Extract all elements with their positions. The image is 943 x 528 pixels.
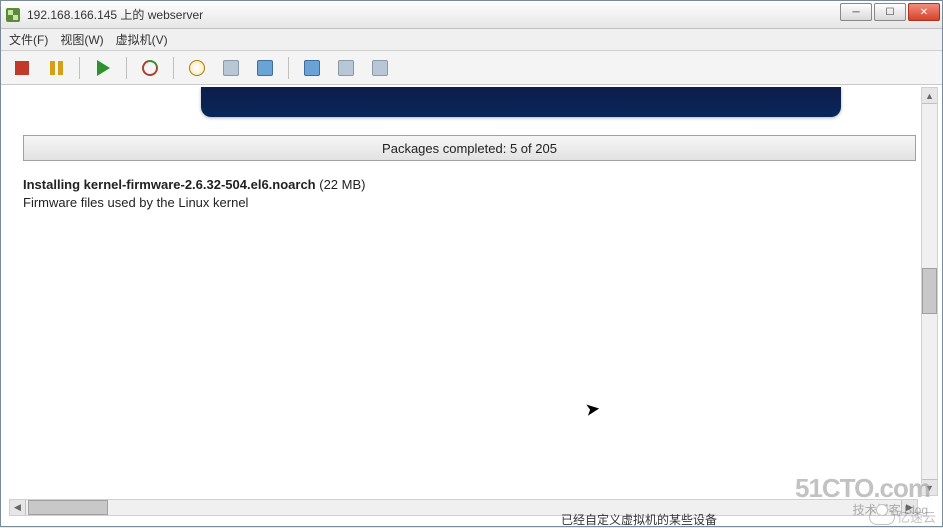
- install-status: Installing kernel-firmware-2.6.32-504.el…: [23, 177, 365, 210]
- installer-banner: [201, 87, 841, 117]
- installing-prefix: Installing: [23, 177, 84, 192]
- close-button[interactable]: ✕: [908, 3, 940, 21]
- footer-device-hint: 已经自定义虚拟机的某些设备: [561, 511, 717, 528]
- horizontal-scrollbar[interactable]: ◀ ▶: [9, 499, 918, 516]
- menu-view[interactable]: 视图(W): [60, 31, 103, 48]
- separator: [126, 57, 127, 79]
- unity-icon: [338, 60, 354, 76]
- maximize-button[interactable]: ☐: [874, 3, 906, 21]
- cloud-icon: [869, 509, 895, 525]
- minimize-button[interactable]: ─: [840, 3, 872, 21]
- hscroll-thumb[interactable]: [28, 500, 108, 515]
- play-icon: [97, 60, 110, 76]
- pause-icon: [50, 61, 63, 75]
- watermark-51cto: 51CTO.com: [795, 473, 930, 504]
- window-title: 192.168.166.145 上的 webserver: [27, 6, 203, 23]
- guest-display[interactable]: Packages completed: 5 of 205 Installing …: [9, 87, 918, 496]
- package-description: Firmware files used by the Linux kernel: [23, 195, 365, 210]
- progress-label: Packages completed: 5 of 205: [382, 141, 557, 156]
- titlebar: 192.168.166.145 上的 webserver ─ ☐ ✕: [1, 1, 942, 29]
- vscroll-thumb[interactable]: [922, 268, 937, 314]
- clock-icon: [189, 60, 205, 76]
- snapshot-manager-button[interactable]: [218, 55, 244, 81]
- snapshot-button[interactable]: [184, 55, 210, 81]
- package-name: kernel-firmware-2.6.32-504.el6.noarch: [84, 177, 316, 192]
- fullscreen-button[interactable]: [299, 55, 325, 81]
- mouse-cursor-icon: ➤: [584, 398, 602, 421]
- fullscreen-icon: [304, 60, 320, 76]
- play-button[interactable]: [90, 55, 116, 81]
- revert-icon: [257, 60, 273, 76]
- separator: [79, 57, 80, 79]
- devices-icon: [372, 60, 388, 76]
- vmware-console-window: 192.168.166.145 上的 webserver ─ ☐ ✕ 文件(F)…: [0, 0, 943, 527]
- scroll-up-arrow-icon[interactable]: ▲: [922, 88, 937, 104]
- progress-bar: Packages completed: 5 of 205: [23, 135, 916, 161]
- reset-button[interactable]: [137, 55, 163, 81]
- scroll-left-arrow-icon[interactable]: ◀: [10, 500, 26, 515]
- menu-file[interactable]: 文件(F): [9, 31, 48, 48]
- stop-icon: [15, 61, 29, 75]
- menu-vm[interactable]: 虚拟机(V): [116, 31, 168, 48]
- separator: [173, 57, 174, 79]
- watermark-yisu-text: 亿速云: [897, 507, 936, 526]
- window-controls: ─ ☐ ✕: [840, 3, 940, 21]
- pause-button[interactable]: [43, 55, 69, 81]
- separator: [288, 57, 289, 79]
- devices-button[interactable]: [367, 55, 393, 81]
- vertical-scrollbar[interactable]: ▲ ▼: [921, 87, 938, 496]
- menubar: 文件(F) 视图(W) 虚拟机(V): [1, 29, 942, 51]
- watermark-yisu: 亿速云: [869, 507, 936, 526]
- toolbar: [1, 51, 942, 85]
- unity-button[interactable]: [333, 55, 359, 81]
- refresh-icon: [139, 57, 161, 79]
- camera-icon: [223, 60, 239, 76]
- stop-button[interactable]: [9, 55, 35, 81]
- app-icon: [5, 7, 21, 23]
- revert-button[interactable]: [252, 55, 278, 81]
- package-size: (22 MB): [316, 177, 366, 192]
